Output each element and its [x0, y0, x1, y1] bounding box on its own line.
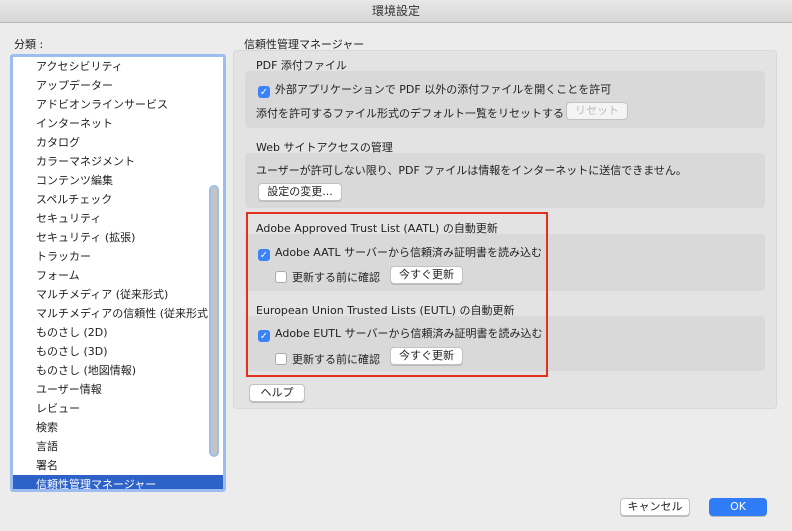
- ok-button[interactable]: OK: [709, 498, 767, 516]
- sidebar-item[interactable]: 署名: [13, 456, 223, 475]
- category-label: 分類 :: [14, 38, 44, 51]
- sidebar-item[interactable]: セキュリティ (拡張): [13, 228, 223, 247]
- sidebar-item[interactable]: ユーザー情報: [13, 380, 223, 399]
- reset-label: 添付を許可するファイル形式のデフォルト一覧をリセットする :: [256, 107, 572, 120]
- category-list[interactable]: アクセシビリティ アップデーター アドビオンラインサービス インターネット カタログ カラ…: [10, 54, 226, 492]
- sidebar-item[interactable]: アドビオンラインサービス: [13, 95, 223, 114]
- sidebar-item[interactable]: カラーマネジメント: [13, 152, 223, 171]
- scrollbar[interactable]: [209, 185, 219, 457]
- sidebar-item[interactable]: レビュー: [13, 399, 223, 418]
- sidebar-item[interactable]: ものさし (2D): [13, 323, 223, 342]
- sidebar-item[interactable]: マルチメディア (従来形式): [13, 285, 223, 304]
- checkmark-icon: ✓: [258, 86, 270, 98]
- title-bar: 環境設定: [0, 0, 792, 23]
- sidebar-item[interactable]: 検索: [13, 418, 223, 437]
- checkbox-label: 外部アプリケーションで PDF 以外の添付ファイルを開くことを許可: [275, 83, 612, 96]
- sidebar-item[interactable]: 信頼性管理マネージャー: [13, 475, 223, 489]
- cancel-button[interactable]: キャンセル: [620, 498, 690, 516]
- sidebar-item[interactable]: トラッカー: [13, 247, 223, 266]
- sidebar-item[interactable]: セキュリティ: [13, 209, 223, 228]
- sidebar-item[interactable]: ものさし (3D): [13, 342, 223, 361]
- sidebar-item[interactable]: ものさし (地図情報): [13, 361, 223, 380]
- sidebar-item[interactable]: カタログ: [13, 133, 223, 152]
- reset-button[interactable]: リセット: [566, 102, 628, 120]
- sidebar-item[interactable]: コンテンツ編集: [13, 171, 223, 190]
- sidebar-item[interactable]: マルチメディアの信頼性 (従来形式): [13, 304, 223, 323]
- highlight-annotation: [246, 212, 548, 377]
- allow-external-apps-checkbox[interactable]: ✓ 外部アプリケーションで PDF 以外の添付ファイルを開くことを許可: [258, 81, 611, 98]
- sidebar-item[interactable]: インターネット: [13, 114, 223, 133]
- change-settings-button[interactable]: 設定の変更...: [258, 183, 342, 201]
- sidebar-item[interactable]: フォーム: [13, 266, 223, 285]
- web-access-text: ユーザーが許可しない限り、PDF ファイルは情報をインターネットに送信できません…: [256, 164, 687, 177]
- sidebar-item[interactable]: 言語: [13, 437, 223, 456]
- sidebar-item[interactable]: スペルチェック: [13, 190, 223, 209]
- sidebar-item[interactable]: アクセシビリティ: [13, 57, 223, 76]
- sidebar-item[interactable]: アップデーター: [13, 76, 223, 95]
- help-button[interactable]: ヘルプ: [249, 384, 305, 402]
